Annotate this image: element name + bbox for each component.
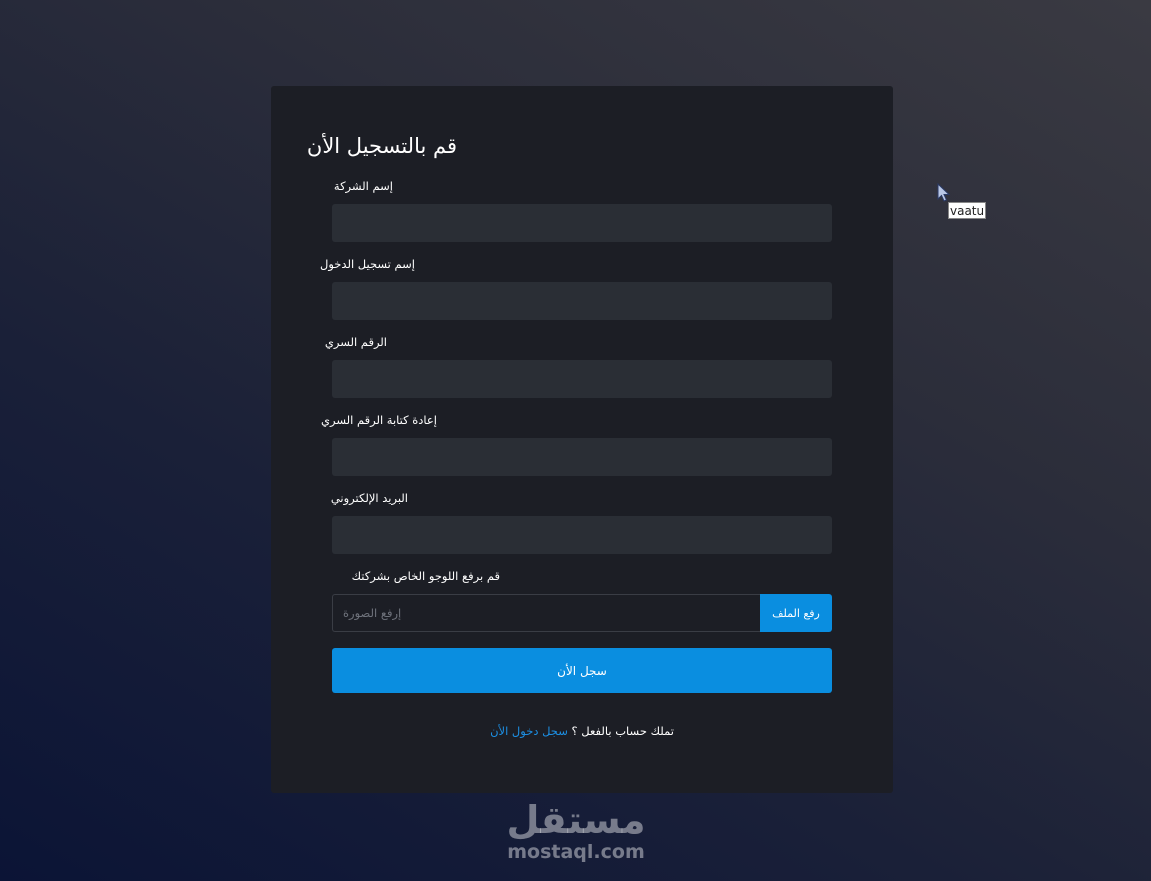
register-submit-button[interactable]: سجل الأن [332, 648, 832, 693]
watermark: مستقل mostaql.com [505, 798, 647, 862]
login-prompt-text: تملك حساب بالفعل ؟ [571, 724, 674, 738]
upload-file-button[interactable]: رفع الملف [760, 594, 832, 632]
mouse-pointer-icon [937, 183, 951, 202]
logo-upload-label: قم برفع اللوجو الخاص بشركتك [351, 569, 500, 583]
login-link[interactable]: سجل دخول الأن [490, 724, 568, 738]
form-title: قم بالتسجيل الأن [306, 134, 457, 158]
confirm-password-input[interactable] [332, 438, 832, 476]
email-input[interactable] [332, 516, 832, 554]
logo-upload-group: رفع الملف [332, 594, 832, 632]
logo-upload-input[interactable] [332, 594, 760, 632]
company-name-input[interactable] [332, 204, 832, 242]
username-label: إسم تسجيل الدخول [320, 257, 415, 271]
email-label: البريد الإلكتروني [330, 491, 408, 505]
confirm-password-label: إعادة كتابة الرقم السري [321, 413, 437, 427]
company-name-label: إسم الشركة [333, 179, 393, 193]
cursor-tooltip: vaatu [948, 202, 987, 219]
password-input[interactable] [332, 360, 832, 398]
watermark-arabic: مستقل [506, 798, 646, 842]
username-input[interactable] [332, 282, 832, 320]
registration-card: قم بالتسجيل الأن إسم الشركة إسم تسجيل ال… [271, 86, 893, 793]
login-prompt: تملك حساب بالفعل ؟ سجل دخول الأن [332, 724, 832, 738]
password-label: الرقم السري [324, 335, 387, 349]
watermark-latin: mostaql.com [507, 841, 645, 863]
